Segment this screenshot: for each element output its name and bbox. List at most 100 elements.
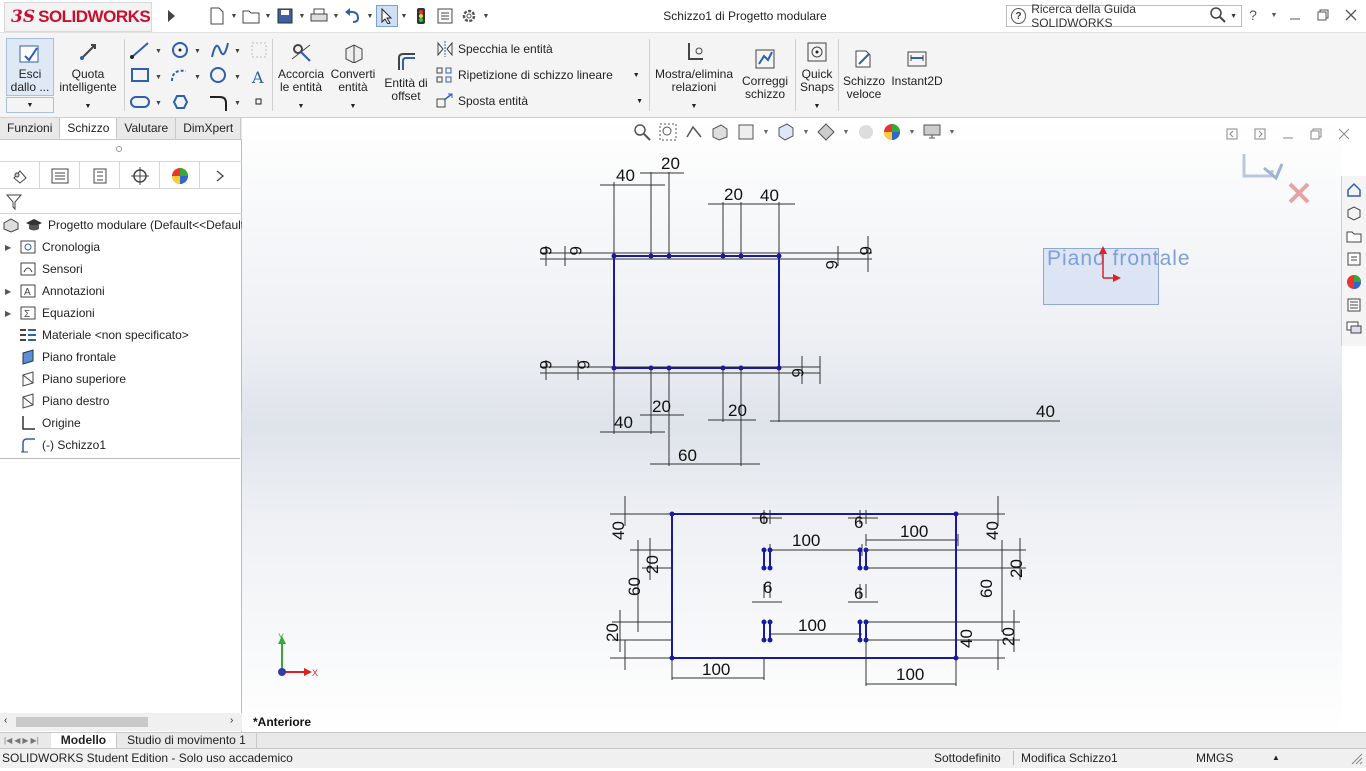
zoom-area-icon[interactable] (658, 122, 678, 142)
units-selector[interactable]: MMGS (1196, 749, 1233, 767)
tree-item-material[interactable]: Materiale <non specificato> (0, 324, 242, 346)
horizontal-scrollbar[interactable]: ‹ › (0, 713, 242, 731)
section-view-icon[interactable] (710, 122, 730, 142)
smart-dimension-button[interactable]: Quota intelligente ▼ (56, 40, 120, 113)
menu-expand-icon[interactable] (160, 5, 182, 27)
prev-tab-icon[interactable]: ◀ (14, 736, 20, 745)
filter-funnel-icon[interactable] (6, 194, 22, 210)
3d-content-icon[interactable] (1344, 203, 1364, 223)
rebuild-traffic-light-icon[interactable] (410, 5, 432, 27)
restore-icon[interactable] (1312, 4, 1334, 26)
property-manager-tab-icon[interactable] (40, 162, 80, 189)
open-dropdown-icon[interactable]: ▼ (264, 5, 272, 27)
undo-icon[interactable] (342, 5, 364, 27)
tab-dimxpert[interactable]: DimXpert (176, 118, 242, 139)
settings-dropdown-icon[interactable]: ▼ (948, 122, 956, 142)
instant2d-button[interactable]: Instant2D (890, 47, 944, 88)
collapse-left-icon[interactable] (1222, 124, 1242, 144)
fillet-tool-icon[interactable] (210, 96, 227, 111)
convert-entities-button[interactable]: Converti entità ▼ (328, 40, 378, 113)
search-dropdown-icon[interactable]: ▼ (1230, 13, 1237, 20)
tab-sketch[interactable]: Schizzo (60, 118, 118, 139)
tab-motion-study[interactable]: Studio di movimento 1 (117, 732, 257, 749)
smart-dimension-dropdown-icon[interactable]: ▼ (85, 100, 92, 113)
cancel-sketch-icon[interactable] (1288, 182, 1310, 204)
tree-root-part[interactable]: Progetto modulare (Default<<Default (0, 214, 242, 236)
panel-grip-icon[interactable] (116, 146, 122, 152)
tree-item-sensors[interactable]: Sensori (0, 258, 242, 280)
snaps-dropdown-icon[interactable]: ▼ (814, 100, 821, 113)
tree-item-right-plane[interactable]: Piano destro (0, 390, 242, 412)
tree-item-history[interactable]: ▶ Cronologia (0, 236, 242, 258)
ellipse-tool-icon[interactable] (210, 67, 226, 83)
orientation-dropdown-icon[interactable]: ▼ (802, 122, 810, 142)
print-dropdown-icon[interactable]: ▼ (332, 5, 340, 27)
viewport-close-icon[interactable] (1334, 124, 1354, 144)
file-properties-icon[interactable] (434, 5, 456, 27)
trim-dropdown-icon[interactable]: ▼ (298, 100, 305, 113)
close-icon[interactable] (1340, 4, 1362, 26)
minimize-icon[interactable] (1284, 4, 1306, 26)
sketch-points[interactable] (611, 253, 959, 661)
undo-dropdown-icon[interactable]: ▼ (366, 5, 374, 27)
quick-snaps-button[interactable]: Quick Snaps ▼ (798, 40, 836, 113)
viewport-restore-icon[interactable] (1306, 124, 1326, 144)
expand-arrow-icon[interactable]: ▶ (5, 243, 15, 252)
convert-dropdown-icon[interactable]: ▼ (350, 100, 357, 113)
select-pointer-icon[interactable] (376, 5, 398, 27)
save-dropdown-icon[interactable]: ▼ (298, 5, 306, 27)
open-folder-icon[interactable] (240, 5, 262, 27)
scroll-thumb[interactable] (16, 717, 148, 727)
display-manager-tab-icon[interactable] (160, 162, 200, 189)
custom-properties-icon[interactable] (1344, 295, 1364, 315)
appearance-dropdown-icon[interactable]: ▼ (908, 122, 916, 142)
print-icon[interactable] (308, 5, 330, 27)
configuration-manager-tab-icon[interactable] (80, 162, 120, 189)
design-library-icon[interactable] (1344, 226, 1364, 246)
expand-arrow-icon[interactable]: ▶ (5, 287, 15, 296)
confirm-exit-sketch-icon[interactable] (1242, 154, 1284, 181)
tree-item-top-plane[interactable]: Piano superiore (0, 368, 242, 390)
line-tool-icon[interactable] (130, 42, 149, 59)
new-document-icon[interactable] (206, 5, 228, 27)
help-dropdown-icon[interactable]: ▼ (1270, 4, 1278, 26)
scroll-right-icon[interactable]: › (230, 715, 233, 726)
move-dropdown-icon[interactable]: ▼ (636, 98, 643, 105)
mirror-entities-button[interactable]: Specchia le entità (436, 41, 553, 57)
display-dropdown-icon[interactable]: ▼ (842, 122, 850, 142)
circle-tool-icon[interactable] (172, 42, 188, 58)
repair-sketch-button[interactable]: Correggi schizzo (738, 47, 792, 101)
tree-item-front-plane[interactable]: Piano frontale (0, 346, 242, 368)
appearances-icon[interactable] (1344, 272, 1364, 292)
slot-tool-icon[interactable] (130, 96, 150, 108)
text-tool-icon[interactable]: A (251, 68, 264, 87)
tree-item-equations[interactable]: ▶ Σ Equazioni (0, 302, 242, 324)
exit-sketch-button[interactable]: Esci dallo ... (6, 38, 54, 96)
rectangle-tool-icon[interactable] (131, 68, 149, 82)
view-orientation-icon[interactable] (776, 122, 796, 142)
pattern-dropdown-icon[interactable]: ▼ (633, 72, 640, 79)
new-dropdown-icon[interactable]: ▼ (230, 5, 238, 27)
first-tab-icon[interactable]: |◀ (4, 736, 12, 745)
home-icon[interactable] (1344, 180, 1364, 200)
file-explorer-icon[interactable] (1344, 249, 1364, 269)
move-entities-button[interactable]: Sposta entità ▼ (436, 93, 643, 109)
next-tab-icon[interactable]: ▶ (22, 736, 28, 745)
relations-dropdown-icon[interactable]: ▼ (691, 100, 698, 113)
search-icon[interactable] (1210, 6, 1226, 26)
arc-tool-icon[interactable] (171, 69, 187, 82)
offset-entities-button[interactable]: Entità di offset (382, 49, 430, 103)
last-tab-icon[interactable]: ▶| (31, 736, 39, 745)
sketch-profile-lines[interactable] (613, 255, 957, 659)
view-dropdown-icon[interactable]: ▼ (762, 122, 770, 142)
viewport-minimize-icon[interactable] (1278, 124, 1298, 144)
collapse-right-icon[interactable] (1250, 124, 1270, 144)
scroll-left-icon[interactable]: ‹ (4, 715, 7, 726)
units-dropdown-icon[interactable]: ▲ (1272, 749, 1280, 767)
tree-item-origin[interactable]: Origine (0, 412, 242, 434)
spline-tool-icon[interactable] (211, 42, 229, 58)
tab-evaluate[interactable]: Valutare (117, 118, 177, 139)
hide-show-items-icon[interactable] (856, 122, 876, 142)
dimxpert-manager-tab-icon[interactable] (120, 162, 160, 189)
feature-manager-tab-icon[interactable] (0, 162, 40, 189)
